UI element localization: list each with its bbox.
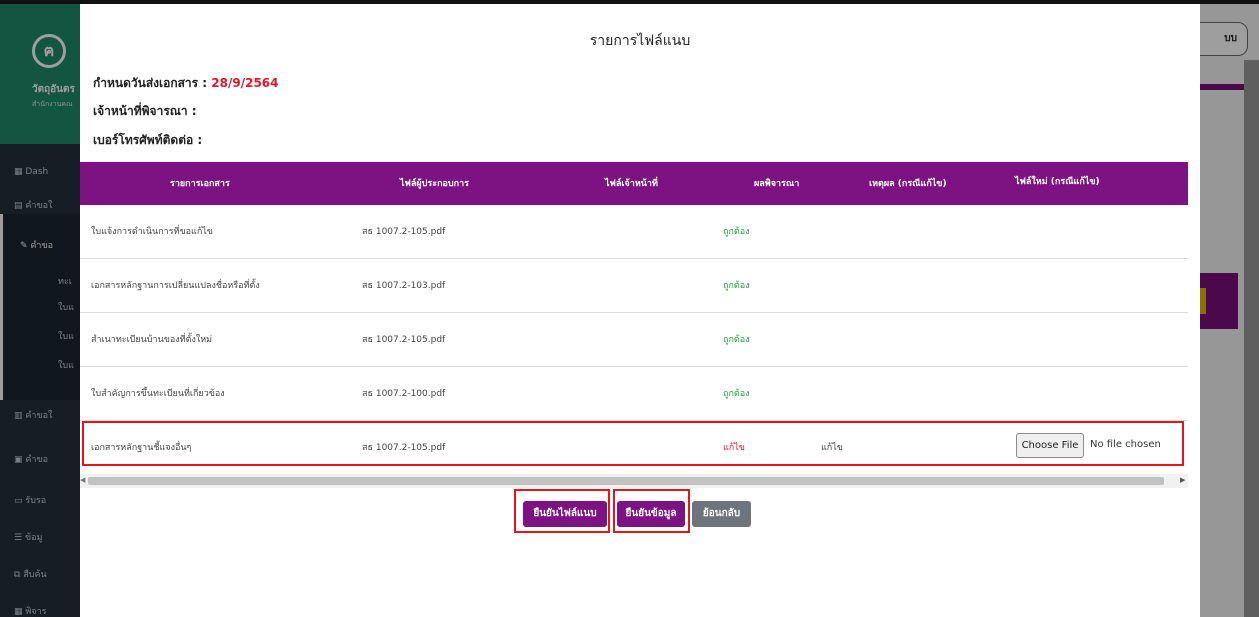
modal-title: รายการไฟล์แนบ xyxy=(589,33,691,49)
attachments-modal: รายการไฟล์แนบ กำหนดวันส่งเอกสาร : 28/9/2… xyxy=(80,4,1200,617)
column-header-reason: เหตุผล (กรณีแก้ไข) xyxy=(869,179,947,189)
due-date-value: 28/9/2564 xyxy=(211,76,279,90)
scrollbar-thumb[interactable] xyxy=(88,477,1164,485)
column-header-result: ผลพิจารณา xyxy=(754,179,800,189)
table-row: เอกสารหลักฐานการเปลี่ยนแปลงชื่อหรือที่ตั… xyxy=(80,259,1188,313)
operator-file-link[interactable]: สธ 1007.2-105.pdf xyxy=(362,224,445,238)
officer-label: เจ้าหน้าที่พิจารณา : xyxy=(93,104,197,118)
result-status: ถูกต้อง xyxy=(723,227,750,237)
document-name: ใบสำคัญการขึ้นทะเบียนที่เกี่ยวข้อง xyxy=(91,389,225,399)
highlight-box-row xyxy=(82,421,1184,466)
result-status: ถูกต้อง xyxy=(723,281,750,291)
column-header-document: รายการเอกสาร xyxy=(170,179,230,189)
document-name: เอกสารหลักฐานการเปลี่ยนแปลงชื่อหรือที่ตั… xyxy=(91,281,260,291)
document-name: สำเนาทะเบียนบ้านของที่ตั้งใหม่ xyxy=(91,335,213,345)
table-row: ใบแจ้งการดำเนินการที่ขอแก้ไข สธ 1007.2-1… xyxy=(80,205,1188,259)
scroll-right-icon[interactable]: ▶ xyxy=(1180,476,1185,484)
scroll-left-icon[interactable]: ◀ xyxy=(80,476,85,484)
result-status: ถูกต้อง xyxy=(723,389,750,399)
result-status: ถูกต้อง xyxy=(723,335,750,345)
operator-file-link[interactable]: สธ 1007.2-105.pdf xyxy=(362,332,445,346)
document-name: ใบแจ้งการดำเนินการที่ขอแก้ไข xyxy=(91,227,213,237)
phone-label: เบอร์โทรศัพท์ติดต่อ : xyxy=(93,133,203,147)
due-date-label: กำหนดวันส่งเอกสาร : xyxy=(93,76,212,90)
highlight-box-confirm-data xyxy=(613,489,690,533)
column-header-officer-file: ไฟล์เจ้าหน้าที่ xyxy=(605,179,658,189)
back-button[interactable]: ย้อนกลับ xyxy=(692,501,751,527)
column-header-operator-file: ไฟล์ผู้ประกอบการ xyxy=(400,179,469,189)
column-header-new-file: ไฟล์ใหม่ (กรณีแก้ไข) xyxy=(1015,177,1100,187)
table-row: ใบสำคัญการขึ้นทะเบียนที่เกี่ยวข้อง สธ 10… xyxy=(80,367,1188,421)
table-horizontal-scrollbar[interactable]: ◀ ▶ xyxy=(80,474,1188,488)
highlight-box-confirm-attachments xyxy=(514,489,610,533)
table-row: สำเนาทะเบียนบ้านของที่ตั้งใหม่ สธ 1007.2… xyxy=(80,313,1188,367)
table-header: รายการเอกสาร ไฟล์ผู้ประกอบการ ไฟล์เจ้าหน… xyxy=(80,162,1188,205)
operator-file-link[interactable]: สธ 1007.2-100.pdf xyxy=(362,386,445,400)
due-date-line: กำหนดวันส่งเอกสาร : 28/9/2564 xyxy=(93,74,279,93)
operator-file-link[interactable]: สธ 1007.2-103.pdf xyxy=(362,278,445,292)
